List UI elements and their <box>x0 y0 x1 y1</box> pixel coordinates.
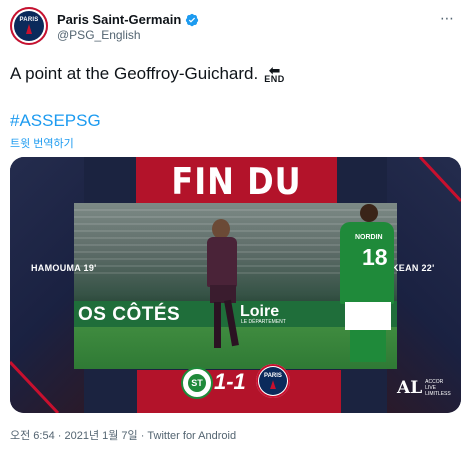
psg-crest-text: PARIS <box>264 372 282 379</box>
translate-tweet-link[interactable]: 트윗 번역하기 <box>10 135 74 151</box>
tweet-text-body: A point at the Geoffroy-Guichard. <box>10 63 259 83</box>
player-nordin-name: NORDIN <box>355 234 383 241</box>
player-nordin-legs <box>350 330 386 362</box>
player-nordin-head <box>360 204 378 222</box>
psg-crest-icon: PARIS <box>256 364 290 398</box>
author-handle[interactable]: @PSG_English <box>57 28 141 42</box>
verified-badge-icon <box>186 13 199 26</box>
author-name-row: Paris Saint-Germain <box>57 12 199 27</box>
hashtag-link[interactable]: #ASSEPSG <box>10 111 101 131</box>
psg-crest-icon: PARIS <box>15 12 43 40</box>
player-nordin-shorts <box>345 302 391 330</box>
match-score: 1-1 <box>214 369 246 394</box>
player-marquinhos-head <box>212 219 230 239</box>
end-arrow-icon: ⬅ END <box>264 63 285 84</box>
eiffel-tower-icon <box>270 380 276 390</box>
tweet-timestamp[interactable]: 오전 6:54 · 2021년 1월 7일 · Twitter for Andr… <box>10 427 236 443</box>
asse-crest-text: ST <box>188 374 206 392</box>
player-marquinhos-leg <box>214 302 221 348</box>
asse-crest-icon: ST <box>181 367 213 399</box>
tweet-text: A point at the Geoffroy-Guichard. ⬅ END <box>10 63 285 84</box>
author-display-name[interactable]: Paris Saint-Germain <box>57 12 181 27</box>
sponsor-logo-text: ACCOR LIVE LIMITLESS <box>425 379 451 397</box>
player-nordin-number: 18 <box>362 244 388 270</box>
sponsor-logo: AL ACCOR LIVE LIMITLESS <box>397 378 451 399</box>
more-options-icon[interactable]: ⋯ <box>440 10 455 27</box>
sponsor-logo-mark: AL <box>397 378 423 399</box>
avatar[interactable]: PARIS <box>10 7 48 45</box>
player-marquinhos <box>207 237 237 287</box>
avatar-crest-text: PARIS <box>19 17 39 23</box>
eiffel-tower-icon <box>26 24 32 34</box>
end-word: END <box>264 74 285 84</box>
